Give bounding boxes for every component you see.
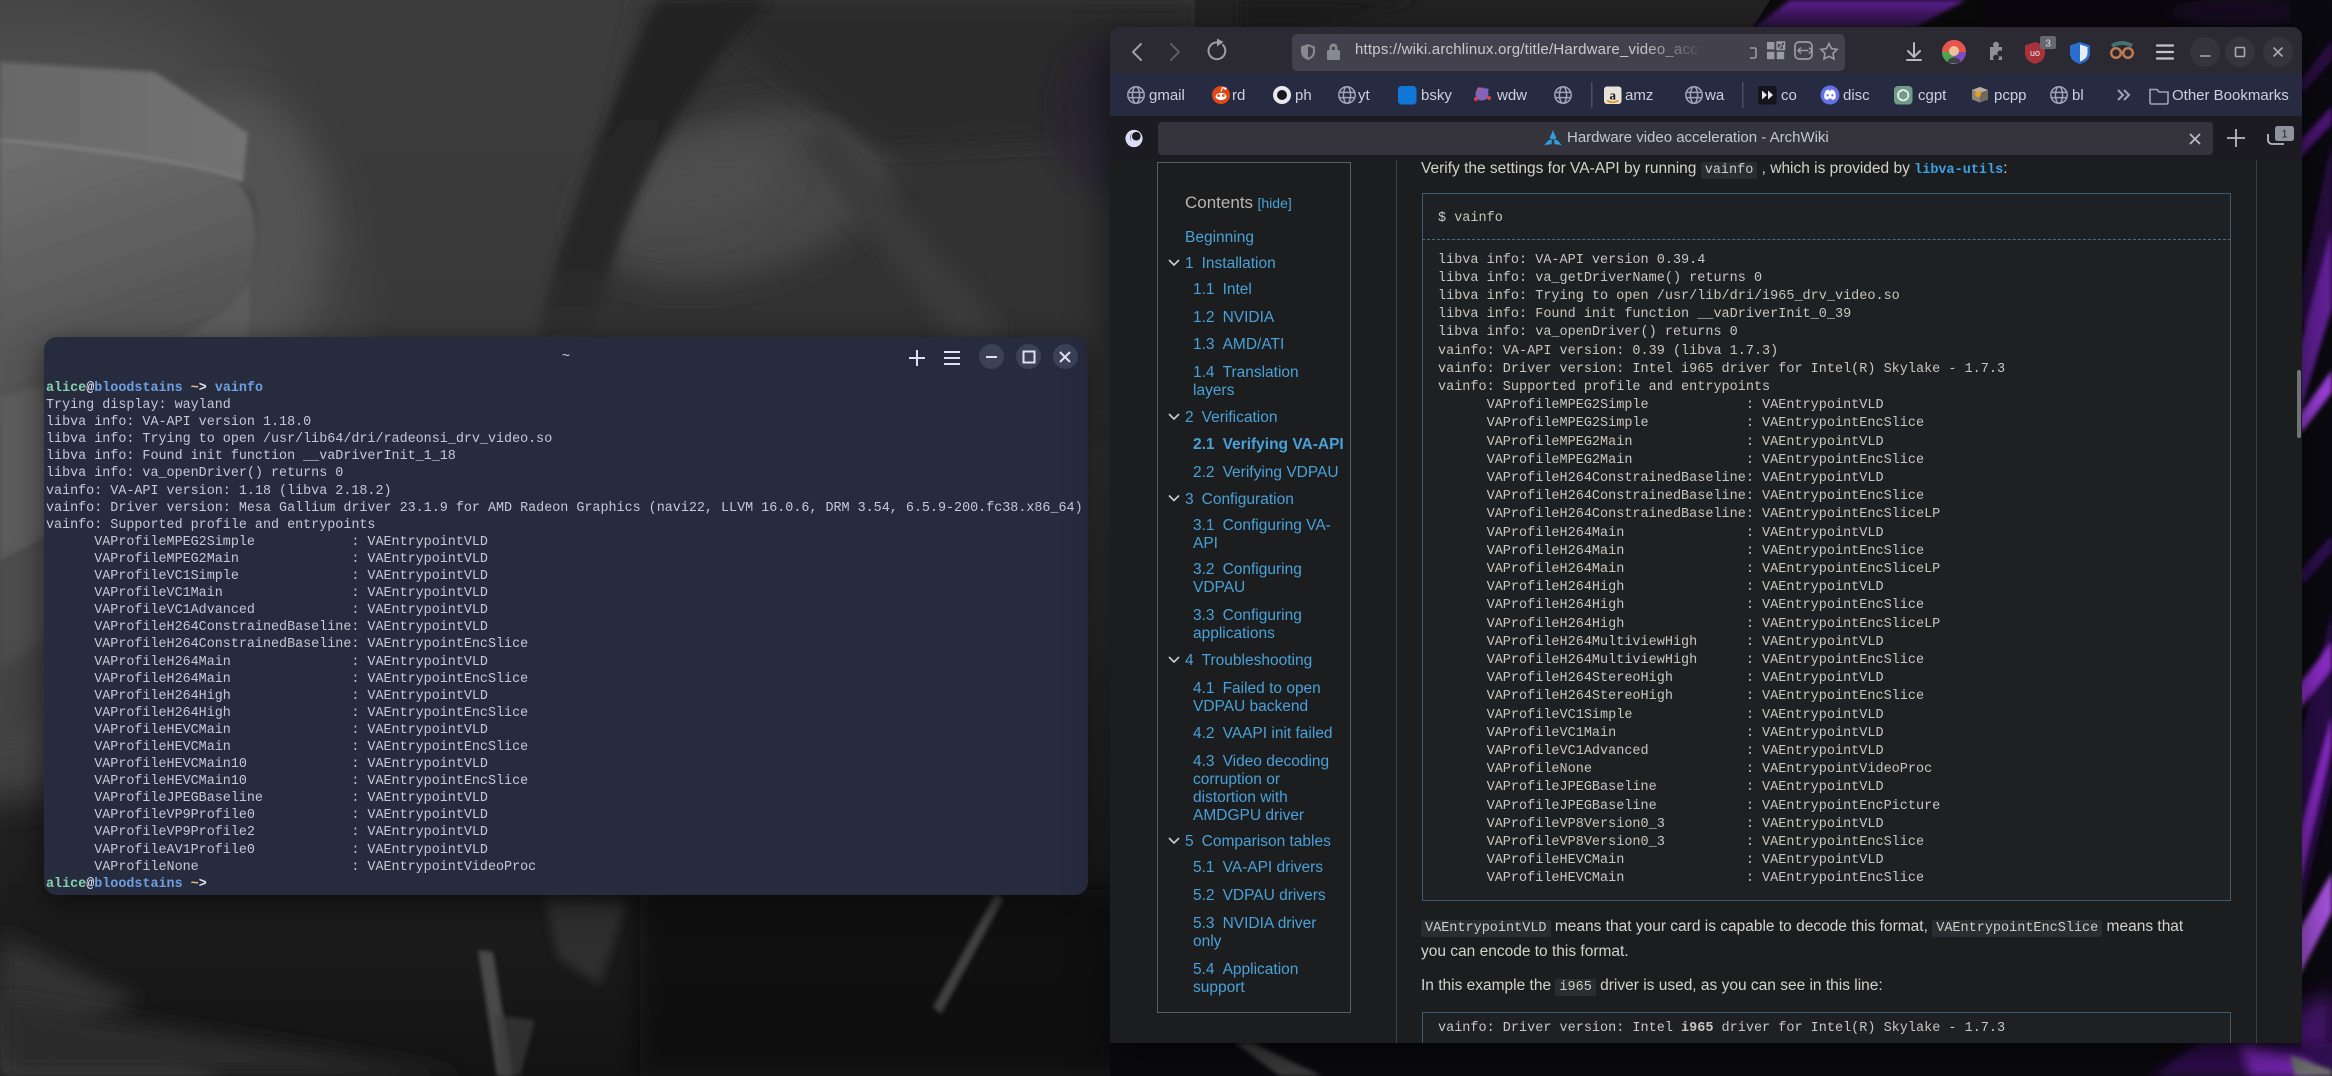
- svg-text:a: a: [1609, 88, 1616, 103]
- svg-text:uo: uo: [2030, 48, 2040, 58]
- svg-text:3: 3: [2045, 38, 2051, 50]
- svg-text:1: 1: [2281, 129, 2287, 141]
